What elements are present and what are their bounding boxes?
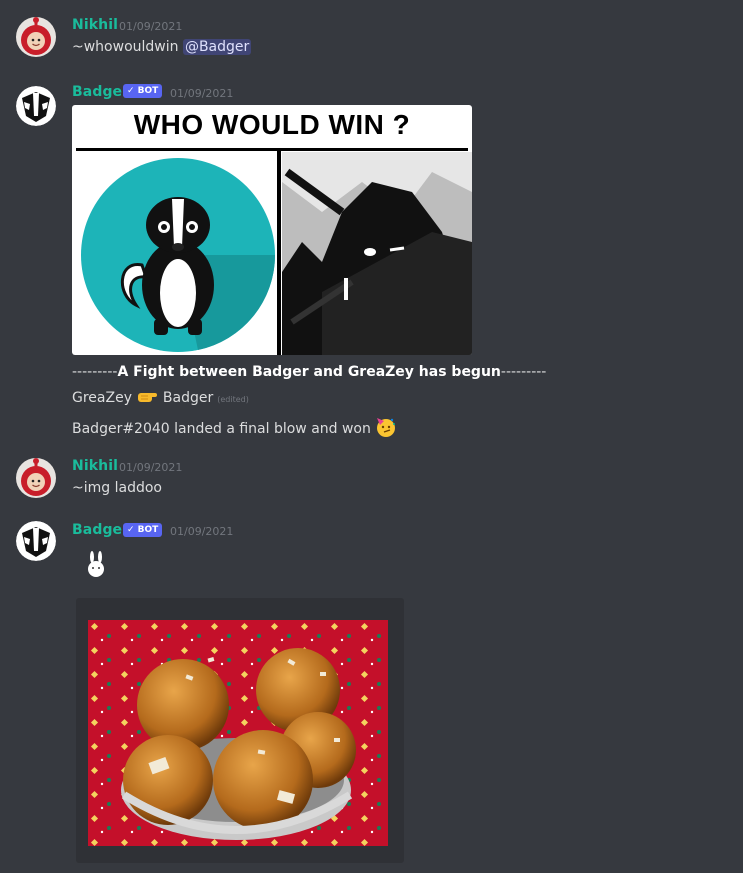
message-text: ~whowouldwin @Badger (72, 39, 252, 55)
versus-line: GreaZey Badger (edited) (72, 390, 249, 406)
shadow-creature-illustration-icon (282, 152, 472, 355)
badger-avatar[interactable] (16, 521, 56, 561)
timestamp: 01/09/2021 (170, 87, 234, 100)
meme-divider (76, 148, 468, 151)
bot-badge: ✓ BOT (123, 523, 163, 537)
timestamp: 01/09/2021 (119, 20, 183, 33)
message-3: Nikhil 01/09/2021 ~img laddoo (0, 450, 743, 515)
author-name[interactable]: Nikhil (72, 458, 118, 474)
nikhil-avatar[interactable] (16, 458, 56, 498)
timestamp: 01/09/2021 (170, 525, 234, 538)
timestamp: 01/09/2021 (119, 461, 183, 474)
bunny-icon (88, 551, 104, 577)
author-name[interactable]: Badger (72, 84, 129, 100)
meme-title: WHO WOULD WIN ? (133, 109, 411, 140)
nikhil-avatar[interactable] (16, 17, 56, 57)
result-line: Badger#2040 landed a final blow and won (72, 416, 397, 438)
laddoo-image[interactable] (88, 620, 388, 846)
badger-avatar[interactable] (16, 86, 56, 126)
versus-right: Badger (162, 390, 214, 406)
image-embed (76, 598, 404, 863)
edited-label: (edited) (217, 395, 249, 404)
command-text: ~whowouldwin (72, 39, 183, 55)
pointing-fist-icon (138, 393, 158, 402)
badger-illustration-icon (81, 158, 276, 352)
author-name[interactable]: Badger (72, 522, 129, 538)
fight-announcement: ---------A Fight between Badger and Grea… (72, 364, 547, 380)
who-would-win-image[interactable]: WHO WOULD WIN ? (72, 105, 472, 355)
message-4: Badger ✓ BOT 01/09/2021 (0, 515, 743, 873)
message-1: Nikhil 01/09/2021 ~whowouldwin @Badger (0, 0, 743, 70)
message-text: ~img laddoo (72, 480, 162, 496)
bot-badge: ✓ BOT (123, 84, 163, 98)
party-face-icon (377, 418, 396, 437)
user-mention[interactable]: @Badger (182, 39, 252, 55)
versus-left: GreaZey (72, 390, 132, 406)
author-name[interactable]: Nikhil (72, 17, 118, 33)
message-2: Badger ✓ BOT 01/09/2021 WHO WOULD WIN ? (0, 70, 743, 450)
